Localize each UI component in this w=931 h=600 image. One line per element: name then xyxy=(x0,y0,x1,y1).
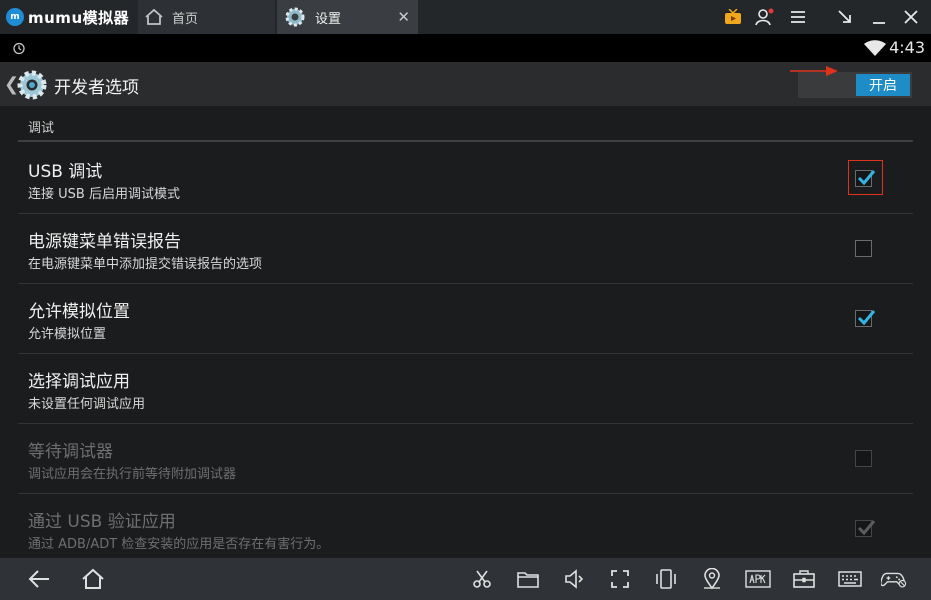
list-item-bugreport[interactable]: 电源键菜单错误报告 在电源键菜单中添加提交错误报告的选项 xyxy=(18,213,913,284)
shake-icon[interactable] xyxy=(653,566,679,592)
wifi-icon xyxy=(864,40,886,60)
annotation-arrow xyxy=(790,66,838,76)
mock-location-checkbox[interactable] xyxy=(855,310,876,327)
highlight-box xyxy=(848,160,883,195)
list-item-usb-debugging[interactable]: USB 调试 连接 USB 后启用调试模式 xyxy=(18,143,913,214)
list-item-mock-location[interactable]: 允许模拟位置 允许模拟位置 xyxy=(18,283,913,354)
gamepad-icon[interactable] xyxy=(881,566,907,592)
tv-icon[interactable] xyxy=(722,7,744,27)
list-item-title: 电源键菜单错误报告 xyxy=(28,232,181,252)
folder-icon[interactable] xyxy=(515,566,541,592)
home-icon xyxy=(144,8,164,26)
list-item-title: 通过 USB 验证应用 xyxy=(28,512,176,532)
checkmark-icon xyxy=(857,310,876,326)
keyboard-icon[interactable] xyxy=(837,566,863,592)
section-header: 调试 xyxy=(18,106,913,142)
volume-icon[interactable] xyxy=(561,566,587,592)
screenshot-scissors-icon[interactable] xyxy=(469,566,495,592)
list-item-title: 允许模拟位置 xyxy=(28,302,130,322)
tab-close-button[interactable]: ✕ xyxy=(397,8,410,26)
section-title: 调试 xyxy=(28,121,55,136)
user-icon[interactable] xyxy=(754,7,776,27)
tab-home-label: 首页 xyxy=(172,11,199,27)
shrink-icon[interactable] xyxy=(834,7,856,27)
preferences-list: 调试 USB 调试 连接 USB 后启用调试模式 电源键菜单错误报告 在电源键菜… xyxy=(0,106,931,558)
tab-home[interactable]: 首页 xyxy=(138,0,275,34)
apk-install-icon[interactable] xyxy=(745,566,771,592)
app-logo: m mumu模拟器 xyxy=(6,6,129,28)
verify-apps-checkbox xyxy=(855,520,876,537)
list-item-title: USB 调试 xyxy=(28,162,103,182)
list-item-subtitle: 在电源键菜单中添加提交错误报告的选项 xyxy=(28,257,263,272)
title-bar: m mumu模拟器 首页 设置 ✕ xyxy=(0,0,931,34)
bugreport-checkbox[interactable] xyxy=(855,240,872,257)
list-item-title: 选择调试应用 xyxy=(28,372,130,392)
list-item-verify-apps: 通过 USB 验证应用 通过 ADB/ADT 检查安装的应用是否存在有害行为。 xyxy=(18,493,913,558)
mumu-logo-icon: m xyxy=(6,8,24,26)
app-logo-text: mumu模拟器 xyxy=(28,8,130,27)
close-icon[interactable] xyxy=(900,7,922,27)
bottom-toolbar xyxy=(0,558,931,600)
list-item-subtitle: 连接 USB 后启用调试模式 xyxy=(28,187,180,202)
list-item-debug-app[interactable]: 选择调试应用 未设置任何调试应用 xyxy=(18,353,913,424)
home-icon[interactable] xyxy=(80,566,106,592)
list-item-title: 等待调试器 xyxy=(28,442,113,462)
wait-debugger-checkbox xyxy=(855,450,872,467)
list-item-subtitle: 调试应用会在执行前等待附加调试器 xyxy=(28,467,237,482)
list-item-wait-debugger: 等待调试器 调试应用会在执行前等待附加调试器 xyxy=(18,423,913,494)
location-icon[interactable] xyxy=(699,566,725,592)
fullscreen-icon[interactable] xyxy=(607,566,633,592)
tab-settings[interactable]: 设置 ✕ xyxy=(277,0,418,34)
settings-gear-icon[interactable] xyxy=(14,67,50,107)
list-item-subtitle: 允许模拟位置 xyxy=(28,327,107,342)
back-icon[interactable] xyxy=(26,566,52,592)
status-bar: 4:43 xyxy=(0,34,931,62)
menu-icon[interactable] xyxy=(787,7,809,27)
gear-icon xyxy=(283,5,307,29)
list-item-subtitle: 未设置任何调试应用 xyxy=(28,397,146,412)
tab-settings-label: 设置 xyxy=(315,11,342,27)
status-time: 4:43 xyxy=(889,38,925,57)
alarm-icon xyxy=(12,40,26,59)
switch-on-label: 开启 xyxy=(856,74,910,96)
page-title: 开发者选项 xyxy=(54,78,139,98)
toolbox-icon[interactable] xyxy=(791,566,817,592)
checkmark-icon xyxy=(857,520,876,536)
list-item-subtitle: 通过 ADB/ADT 检查安装的应用是否存在有害行为。 xyxy=(28,537,330,552)
minimize-icon[interactable] xyxy=(868,7,890,27)
